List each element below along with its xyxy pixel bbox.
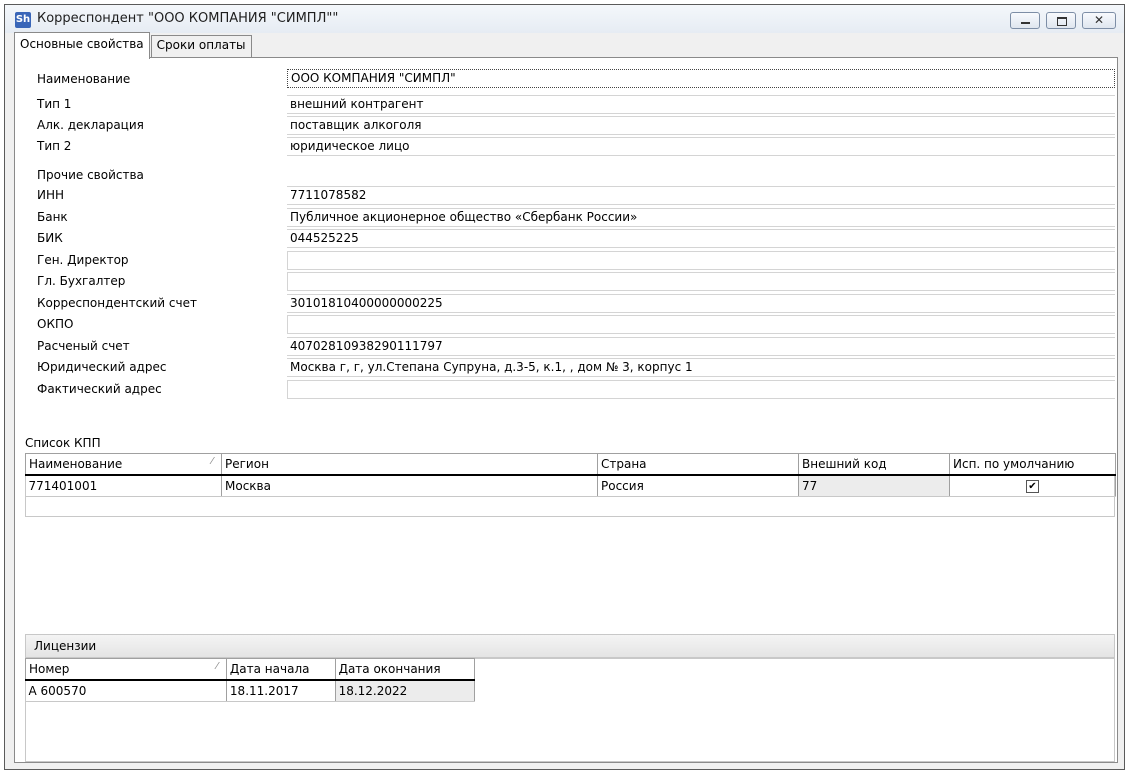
alc-declaration-label: Алк. декларация — [37, 118, 144, 132]
window-title: Корреспондент "ООО КОМПАНИЯ "СИМПЛ"" — [37, 11, 339, 26]
lic-cell-start[interactable]: 18.11.2017 — [226, 680, 336, 702]
kpp-header-row: Наименование ⁄ Регион Страна Внешний код … — [25, 453, 1116, 476]
type1-label: Тип 1 — [37, 97, 72, 111]
director-field[interactable] — [287, 251, 1115, 270]
actual-address-label: Фактический адрес — [37, 382, 162, 396]
bik-field[interactable]: 044525225 — [287, 229, 1115, 248]
kpp-list-label: Список КПП — [25, 436, 101, 450]
lic-col-number[interactable]: Номер ⁄ — [25, 658, 227, 681]
bank-label: Банк — [37, 210, 68, 224]
kpp-col-name[interactable]: Наименование ⁄ — [25, 453, 222, 476]
okpo-label: ОКПО — [37, 317, 74, 331]
close-icon: ✕ — [1093, 13, 1105, 27]
type2-label: Тип 2 — [37, 139, 72, 153]
kpp-col-default[interactable]: Исп. по умолчанию — [949, 453, 1116, 476]
tab-main-properties[interactable]: Основные свойства — [14, 32, 150, 59]
kpp-col-name-label: Наименование — [29, 457, 123, 471]
title-bar[interactable]: Sh Корреспондент "ООО КОМПАНИЯ "СИМПЛ"" … — [5, 5, 1124, 33]
director-label: Ген. Директор — [37, 253, 129, 267]
alc-declaration-field[interactable]: поставщик алкоголя — [287, 116, 1115, 135]
default-checkbox[interactable]: ✔ — [1026, 480, 1039, 493]
kpp-table: Наименование ⁄ Регион Страна Внешний код … — [25, 453, 1116, 497]
type2-field[interactable]: юридическое лицо — [287, 137, 1115, 156]
actual-address-field[interactable] — [287, 380, 1115, 399]
lic-col-start[interactable]: Дата начала — [225, 658, 336, 681]
app-icon: Sh — [15, 12, 31, 28]
minimize-icon — [1021, 22, 1030, 24]
maximize-icon — [1057, 17, 1067, 26]
name-field[interactable]: ООО КОМПАНИЯ "СИМПЛ" — [287, 69, 1115, 88]
okpo-field[interactable] — [287, 315, 1115, 334]
kpp-cell-default: ✔ — [949, 475, 1116, 497]
licenses-header: Лицензии — [25, 634, 1115, 658]
settlement-account-label: Расченый счет — [37, 339, 130, 353]
licenses-table: Номер ⁄ Дата начала Дата окончания А 6005… — [25, 658, 476, 702]
lic-col-end[interactable]: Дата окончания — [334, 658, 476, 681]
corr-account-field[interactable]: 30101810400000000225 — [287, 294, 1115, 313]
tab-payment-terms[interactable]: Сроки оплаты — [150, 35, 252, 57]
sort-asc-icon: ⁄ — [216, 661, 218, 672]
lic-cell-number[interactable]: А 600570 — [25, 680, 227, 702]
bank-field[interactable]: Публичное акционерное общество «Сбербанк… — [287, 208, 1115, 227]
table-row[interactable]: 771401001 Москва Россия 77 ✔ — [25, 475, 1116, 497]
corr-account-label: Корреспондентский счет — [37, 296, 197, 310]
other-properties-label: Прочие свойства — [37, 168, 144, 182]
kpp-cell-ext-code[interactable]: 77 — [798, 475, 950, 497]
maximize-button[interactable] — [1046, 12, 1076, 29]
sort-asc-icon: ⁄ — [211, 456, 213, 467]
settlement-account-field[interactable]: 40702810938290111797 — [287, 337, 1115, 356]
inn-field[interactable]: 7711078582 — [287, 186, 1115, 205]
tab-bar: Основные свойства Сроки оплаты — [14, 32, 253, 59]
close-button[interactable]: ✕ — [1082, 12, 1116, 29]
inn-label: ИНН — [37, 188, 65, 202]
minimize-button[interactable] — [1010, 12, 1040, 29]
type1-field[interactable]: внешний контрагент — [287, 95, 1115, 114]
kpp-col-ext-code[interactable]: Внешний код — [798, 453, 950, 476]
table-row[interactable]: А 600570 18.11.2017 18.12.2022 — [25, 680, 476, 702]
kpp-cell-country[interactable]: Россия — [597, 475, 799, 497]
accountant-label: Гл. Бухгалтер — [37, 274, 126, 288]
licenses-header-row: Номер ⁄ Дата начала Дата окончания — [25, 658, 476, 681]
kpp-col-region[interactable]: Регион — [221, 453, 598, 476]
bik-label: БИК — [37, 231, 63, 245]
kpp-col-country[interactable]: Страна — [597, 453, 799, 476]
legal-address-field[interactable]: Москва г, г, ул.Степана Супруна, д.3-5, … — [287, 358, 1115, 377]
kpp-cell-region[interactable]: Москва — [221, 475, 598, 497]
accountant-field[interactable] — [287, 272, 1115, 291]
name-label: Наименование — [37, 72, 131, 86]
main-properties-panel: Наименование ООО КОМПАНИЯ "СИМПЛ" Тип 1 … — [14, 57, 1118, 763]
kpp-cell-name[interactable]: 771401001 — [25, 475, 222, 497]
lic-cell-end[interactable]: 18.12.2022 — [335, 680, 476, 702]
legal-address-label: Юридический адрес — [37, 360, 167, 374]
lic-col-number-label: Номер — [29, 662, 70, 676]
